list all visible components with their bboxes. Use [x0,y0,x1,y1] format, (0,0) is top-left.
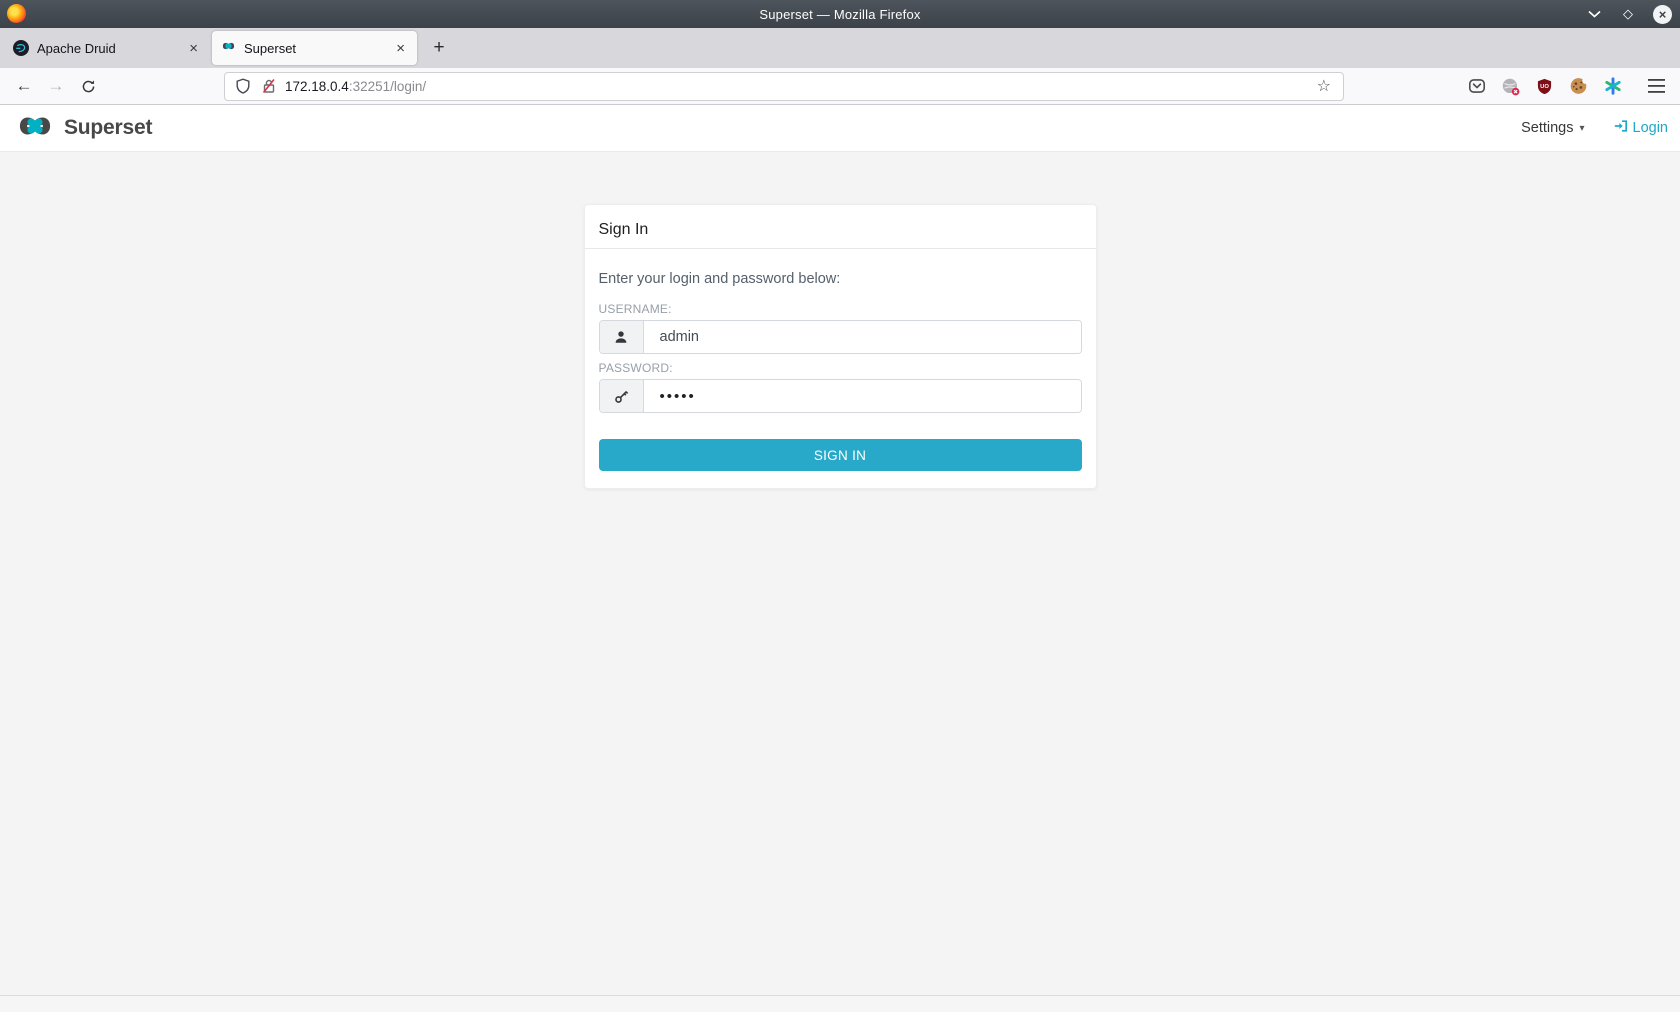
forward-button: → [42,73,70,99]
tab-bar: Apache Druid × Superset × + [0,28,1680,68]
menu-icon[interactable] [1647,77,1666,96]
password-label: PASSWORD: [599,361,1082,375]
url-path: :32251/login/ [349,79,426,94]
url-text[interactable]: 172.18.0.4:32251/login/ [285,79,1306,94]
toolbar-extension-icons: UO [1467,77,1670,96]
minimize-button[interactable] [1585,5,1603,23]
card-body: Enter your login and password below: USE… [585,249,1096,488]
shield-icon[interactable] [233,77,252,96]
superset-navbar: Superset Settings ▾ Login [0,105,1680,152]
key-icon [600,380,644,412]
close-button[interactable]: × [1653,5,1672,24]
superset-logo-icon [12,111,58,146]
superset-favicon-icon [220,40,236,56]
page-footer [0,995,1680,1012]
tab-apache-druid[interactable]: Apache Druid × [5,31,210,65]
window-title: Superset — Mozilla Firefox [0,7,1680,22]
password-input-group [599,379,1082,413]
card-title: Sign In [599,221,1082,239]
identity-disabled-icon[interactable] [1501,77,1520,96]
sign-in-button[interactable]: SIGN IN [599,439,1082,471]
brand-name: Superset [64,116,152,140]
sign-in-icon [1613,118,1629,138]
tab-label: Apache Druid [37,41,177,56]
window-controls: ◇ × [1585,0,1672,28]
superset-brand[interactable]: Superset [12,111,152,146]
new-tab-button[interactable]: + [424,33,454,63]
bookmark-star-icon[interactable]: ☆ [1313,76,1335,96]
tab-superset[interactable]: Superset × [212,31,417,65]
url-host: 172.18.0.4 [285,79,349,94]
login-link[interactable]: Login [1613,118,1668,138]
tab-close-icon[interactable]: × [392,41,409,56]
insecure-lock-icon[interactable] [259,77,278,96]
window-titlebar: Superset — Mozilla Firefox ◇ × [0,0,1680,28]
username-input-group [599,320,1082,354]
username-input[interactable] [644,321,1081,353]
druid-favicon-icon [13,40,29,56]
pocket-icon[interactable] [1467,77,1486,96]
ublock-badge-text: UO [1540,84,1549,90]
navbar-right: Settings ▾ Login [1521,118,1668,138]
reload-button[interactable] [74,73,102,99]
username-label: USERNAME: [599,302,1082,316]
ublock-shield-icon[interactable]: UO [1535,77,1554,96]
user-icon [600,321,644,353]
asterisk-extension-icon[interactable] [1603,77,1622,96]
password-input[interactable] [644,380,1081,412]
sign-in-card: Sign In Enter your login and password be… [584,204,1097,489]
settings-label: Settings [1521,120,1573,136]
back-button[interactable]: ← [10,73,38,99]
cookie-icon[interactable] [1569,77,1588,96]
card-header: Sign In [585,205,1096,249]
page-content: Sign In Enter your login and password be… [0,152,1680,995]
navigation-toolbar: ← → 172.18.0.4:32251/login/ ☆ [0,68,1680,105]
browser-window: Superset — Mozilla Firefox ◇ × Apache Dr… [0,0,1680,1012]
tab-label: Superset [244,41,384,56]
chevron-down-icon: ▾ [1579,123,1584,134]
login-label: Login [1633,120,1668,136]
url-bar[interactable]: 172.18.0.4:32251/login/ ☆ [224,72,1344,101]
instruction-text: Enter your login and password below: [599,271,1082,287]
maximize-button[interactable]: ◇ [1619,5,1637,23]
tab-close-icon[interactable]: × [185,41,202,56]
firefox-icon [7,4,26,23]
settings-menu[interactable]: Settings ▾ [1521,120,1584,136]
